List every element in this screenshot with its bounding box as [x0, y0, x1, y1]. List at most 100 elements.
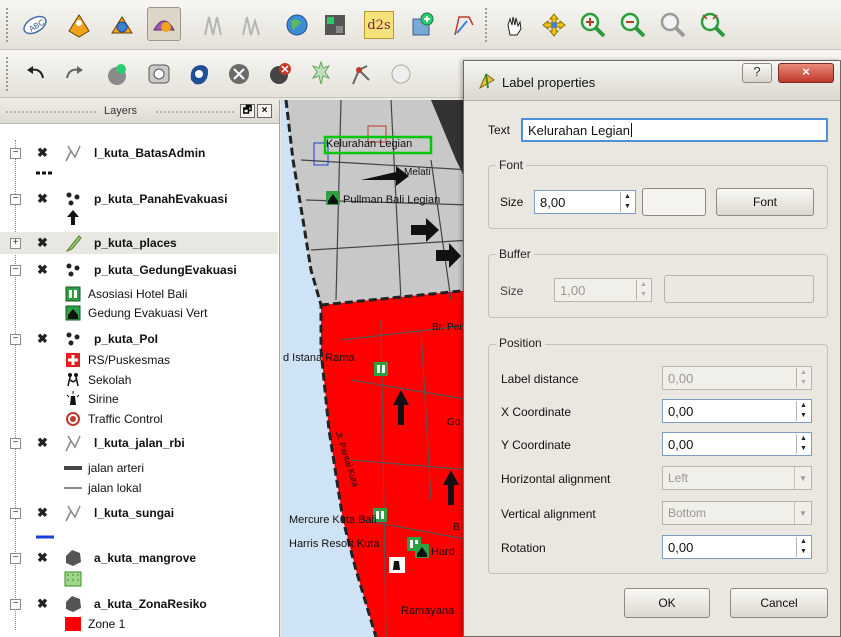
- font-button[interactable]: Font: [716, 188, 814, 216]
- expand-toggle[interactable]: +: [10, 237, 21, 249]
- horizontal-alignment-select[interactable]: Left ▼: [662, 466, 812, 490]
- layer-visibility-checkbox[interactable]: ✖: [37, 145, 48, 161]
- collapse-toggle[interactable]: −: [10, 437, 21, 449]
- y-coordinate-spinbox[interactable]: 0,00 ▲ ▼: [662, 432, 812, 456]
- pan-icon[interactable]: [497, 8, 531, 42]
- layer-name[interactable]: l_kuta_BatasAdmin: [94, 146, 205, 160]
- help-button[interactable]: ?: [742, 63, 772, 83]
- spin-buttons[interactable]: ▲ ▼: [620, 192, 634, 212]
- spin-buttons[interactable]: ▲ ▼: [796, 368, 810, 388]
- node-tool-icon[interactable]: [344, 57, 378, 91]
- layer-row-poi[interactable]: − ✖ p_kuta_PoI: [0, 328, 278, 350]
- spin-buttons[interactable]: ▲ ▼: [636, 280, 650, 300]
- dialog-titlebar[interactable]: Label properties ? ×: [464, 61, 840, 101]
- add-plugin-icon[interactable]: [404, 8, 438, 42]
- change-label-icon[interactable]: [147, 7, 181, 41]
- measure-icon[interactable]: [446, 8, 480, 42]
- font-color-button[interactable]: [642, 188, 706, 216]
- d2s-icon[interactable]: d2s: [362, 8, 396, 42]
- layer-name[interactable]: a_kuta_ZonaResiko: [94, 597, 207, 611]
- layer-row-sungai[interactable]: − ✖ l_kuta_sungai: [0, 502, 278, 524]
- map-label-kelurahan[interactable]: Kelurahan Legian: [326, 138, 412, 150]
- float-panel-button[interactable]: 🗗: [240, 104, 255, 118]
- simplify-icon[interactable]: [384, 57, 418, 91]
- label-text-input[interactable]: Kelurahan Legian: [521, 118, 828, 142]
- collapse-toggle[interactable]: −: [10, 333, 21, 345]
- label-distance-spinbox[interactable]: 0,00 ▲ ▼: [662, 366, 812, 390]
- collapse-toggle[interactable]: −: [10, 552, 21, 564]
- pin-labels-icon[interactable]: [196, 8, 230, 42]
- legend-label: Sirine: [88, 392, 119, 406]
- pan-to-selection-icon[interactable]: [537, 8, 571, 42]
- zoom-out-icon[interactable]: [616, 8, 650, 42]
- layer-visibility-checkbox[interactable]: ✖: [37, 505, 48, 521]
- layer-row-zonaresiko[interactable]: − ✖ a_kuta_ZonaResiko: [0, 593, 278, 615]
- redo-icon[interactable]: [58, 57, 92, 91]
- spin-buttons[interactable]: ▲ ▼: [796, 401, 810, 421]
- layer-row-mangrove[interactable]: − ✖ a_kuta_mangrove: [0, 547, 278, 569]
- layer-name[interactable]: p_kuta_PanahEvakuasi: [94, 192, 227, 206]
- toolbar-grip-2[interactable]: [485, 8, 489, 42]
- layer-visibility-checkbox[interactable]: ✖: [37, 435, 48, 451]
- split-icon[interactable]: [304, 57, 338, 91]
- zoom-full-icon[interactable]: [656, 8, 690, 42]
- cancel-button[interactable]: Cancel: [730, 588, 828, 618]
- layer-name[interactable]: p_kuta_GedungEvakuasi: [94, 263, 237, 277]
- map-canvas[interactable]: Kelurahan Legian Melati Pullman Bali Leg…: [281, 100, 471, 637]
- layer-row-jalan[interactable]: − ✖ l_kuta_jalan_rbi: [0, 432, 278, 454]
- zoom-in-icon[interactable]: [576, 8, 610, 42]
- buffer-size-spinbox[interactable]: 1,00 ▲ ▼: [554, 278, 652, 302]
- collapse-toggle[interactable]: −: [10, 507, 21, 519]
- vertical-alignment-select[interactable]: Bottom ▼: [662, 501, 812, 525]
- zoom-last-icon[interactable]: [696, 8, 730, 42]
- layer-row-batasadmin[interactable]: − ✖ l_kuta_BatasAdmin: [0, 142, 278, 164]
- layer-name[interactable]: a_kuta_mangrove: [94, 551, 196, 565]
- undo-icon[interactable]: [18, 57, 52, 91]
- layer-name[interactable]: l_kuta_sungai: [94, 506, 174, 520]
- raster-calc-icon[interactable]: [318, 8, 352, 42]
- layer-name[interactable]: p_kuta_places: [94, 236, 177, 250]
- toolbar-grip-3[interactable]: [6, 57, 10, 91]
- layer-name[interactable]: l_kuta_jalan_rbi: [94, 436, 185, 450]
- rotate-feature-icon[interactable]: [182, 57, 216, 91]
- move-label-icon[interactable]: [62, 8, 96, 42]
- traffic-control-symbol-icon: [64, 411, 82, 427]
- font-size-value: 8,00: [540, 194, 566, 210]
- globe-icon[interactable]: [280, 8, 314, 42]
- layer-row-places[interactable]: + ✖ p_kuta_places: [0, 232, 278, 254]
- buffer-color-button[interactable]: [664, 275, 814, 303]
- collapse-toggle[interactable]: −: [10, 264, 21, 276]
- close-button[interactable]: ×: [778, 63, 834, 83]
- delete-part-icon[interactable]: [222, 57, 256, 91]
- rotation-spinbox[interactable]: 0,00 ▲ ▼: [662, 535, 812, 559]
- collapse-toggle[interactable]: −: [10, 193, 21, 205]
- layer-visibility-checkbox[interactable]: ✖: [37, 191, 48, 207]
- font-size-spinbox[interactable]: 8,00 ▲ ▼: [534, 190, 636, 214]
- abc-label-icon[interactable]: ABC: [18, 8, 52, 42]
- collapse-toggle[interactable]: −: [10, 147, 21, 159]
- toolbar-grip[interactable]: [6, 8, 10, 42]
- layer-row-panahevakuasi[interactable]: − ✖ p_kuta_PanahEvakuasi: [0, 188, 278, 210]
- collapse-toggle[interactable]: −: [10, 598, 21, 610]
- layer-visibility-checkbox[interactable]: ✖: [37, 262, 48, 278]
- move-feature-icon[interactable]: [142, 57, 176, 91]
- spin-buttons[interactable]: ▲ ▼: [796, 434, 810, 454]
- close-panel-button[interactable]: ×: [257, 104, 272, 118]
- label-toolbar: ABC d2s: [0, 0, 841, 50]
- rotate-label-icon[interactable]: [105, 8, 139, 42]
- legend-panah: [64, 208, 88, 226]
- show-hide-labels-icon[interactable]: [234, 8, 268, 42]
- layer-name[interactable]: p_kuta_PoI: [94, 332, 158, 346]
- legend-label: Traffic Control: [88, 412, 163, 426]
- delete-ring-icon[interactable]: [264, 57, 298, 91]
- buffer-group-title: Buffer: [496, 247, 534, 261]
- layer-visibility-checkbox[interactable]: ✖: [37, 331, 48, 347]
- x-coordinate-spinbox[interactable]: 0,00 ▲ ▼: [662, 399, 812, 423]
- layer-row-gedungevakuasi[interactable]: − ✖ p_kuta_GedungEvakuasi: [0, 259, 278, 281]
- spin-buttons[interactable]: ▲ ▼: [796, 537, 810, 557]
- ok-button[interactable]: OK: [624, 588, 710, 618]
- layer-visibility-checkbox[interactable]: ✖: [37, 235, 48, 251]
- add-feature-icon[interactable]: [100, 57, 134, 91]
- layer-visibility-checkbox[interactable]: ✖: [37, 596, 48, 612]
- layer-visibility-checkbox[interactable]: ✖: [37, 550, 48, 566]
